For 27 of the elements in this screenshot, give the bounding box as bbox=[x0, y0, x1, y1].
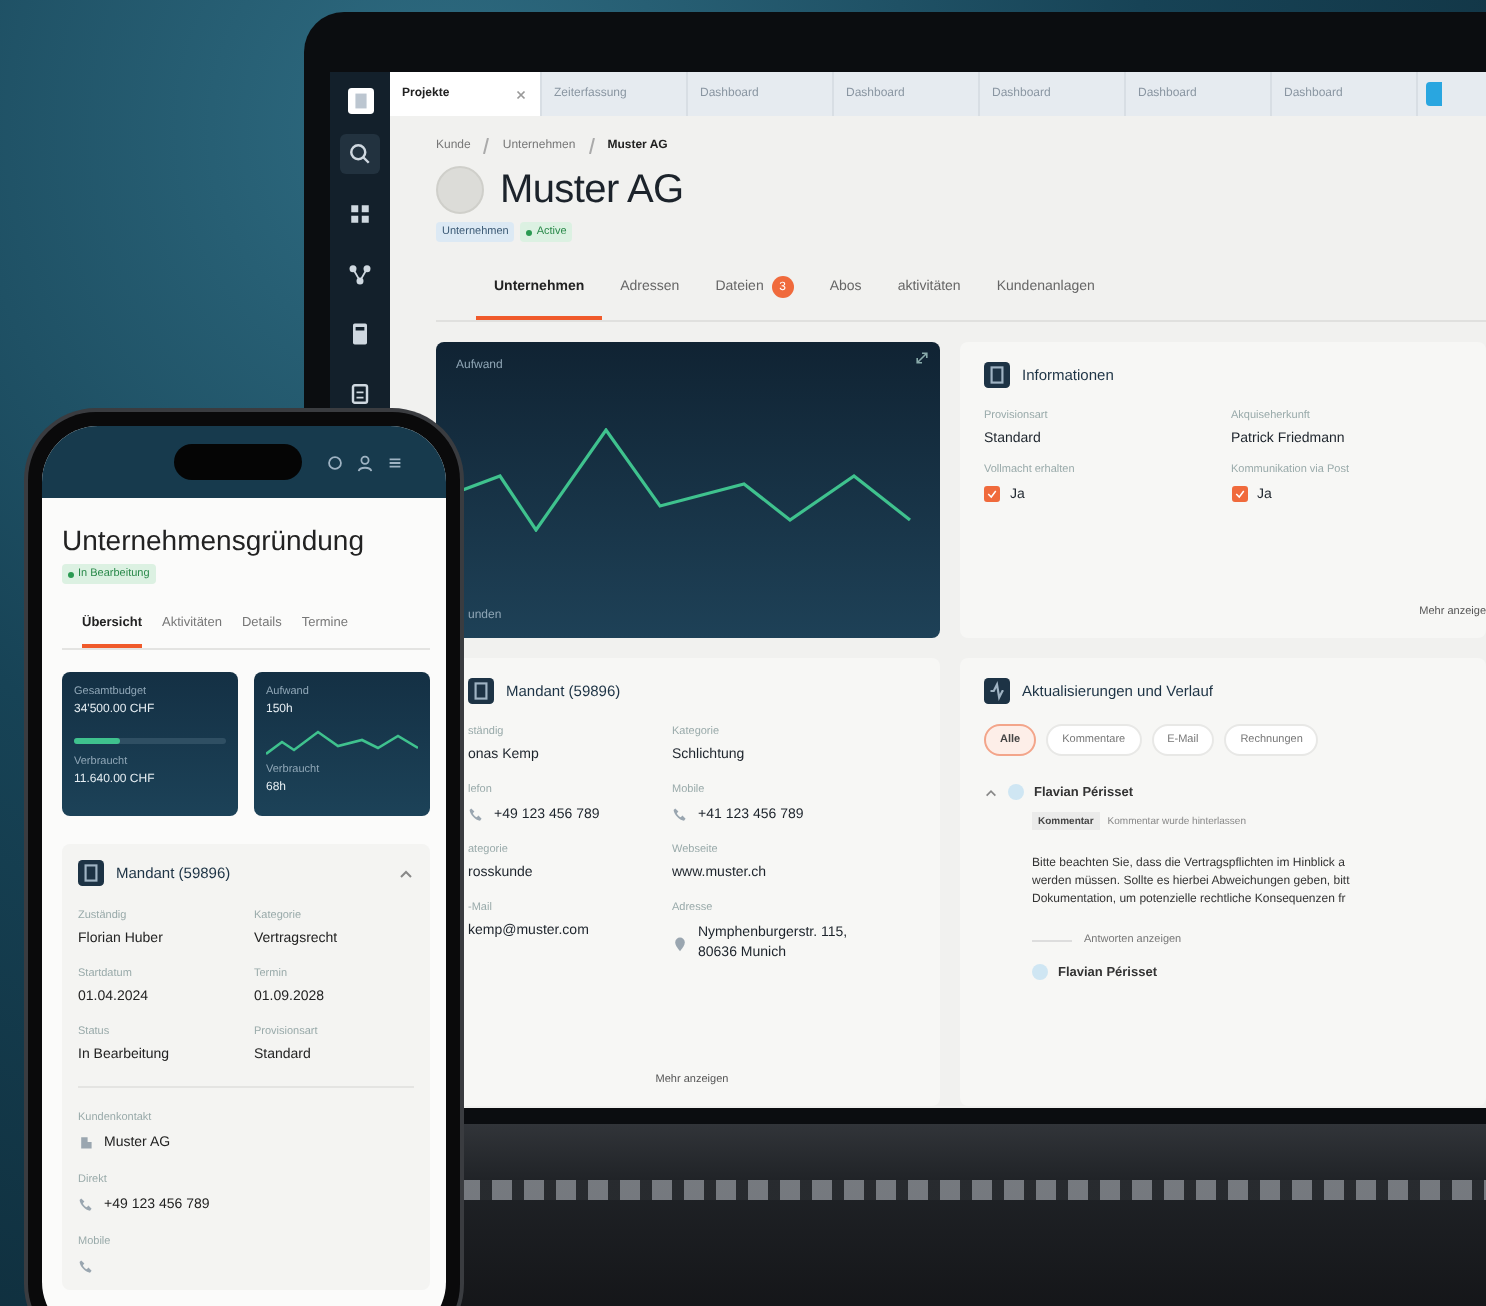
close-icon[interactable] bbox=[514, 87, 528, 101]
document-icon bbox=[984, 362, 1010, 388]
activity-icon bbox=[984, 678, 1010, 704]
expand-icon[interactable] bbox=[914, 350, 930, 366]
bell-icon[interactable] bbox=[326, 453, 344, 471]
caret-icon[interactable] bbox=[984, 785, 998, 799]
company-avatar bbox=[436, 166, 484, 214]
building-icon bbox=[78, 1134, 94, 1150]
breadcrumb-separator bbox=[587, 138, 596, 154]
location-pin-icon bbox=[672, 935, 688, 952]
avatar-icon bbox=[1032, 964, 1048, 980]
avatar-icon bbox=[1008, 784, 1024, 800]
phone-icon bbox=[78, 1196, 94, 1212]
logo-icon bbox=[347, 88, 373, 114]
page-title: Muster AG bbox=[500, 167, 684, 213]
menu-icon[interactable] bbox=[386, 453, 404, 471]
phone-icon bbox=[78, 1258, 94, 1274]
user-icon[interactable] bbox=[356, 453, 374, 471]
breadcrumb-separator bbox=[482, 138, 491, 154]
page-title: Unternehmensgründung bbox=[62, 524, 366, 556]
checkbox[interactable] bbox=[1231, 486, 1247, 502]
caret-icon[interactable] bbox=[398, 865, 414, 881]
phone-icon bbox=[468, 806, 484, 822]
search-icon[interactable] bbox=[340, 134, 380, 174]
checkbox[interactable] bbox=[984, 486, 1000, 502]
phone-icon bbox=[672, 806, 688, 822]
camera-notch bbox=[174, 444, 302, 480]
